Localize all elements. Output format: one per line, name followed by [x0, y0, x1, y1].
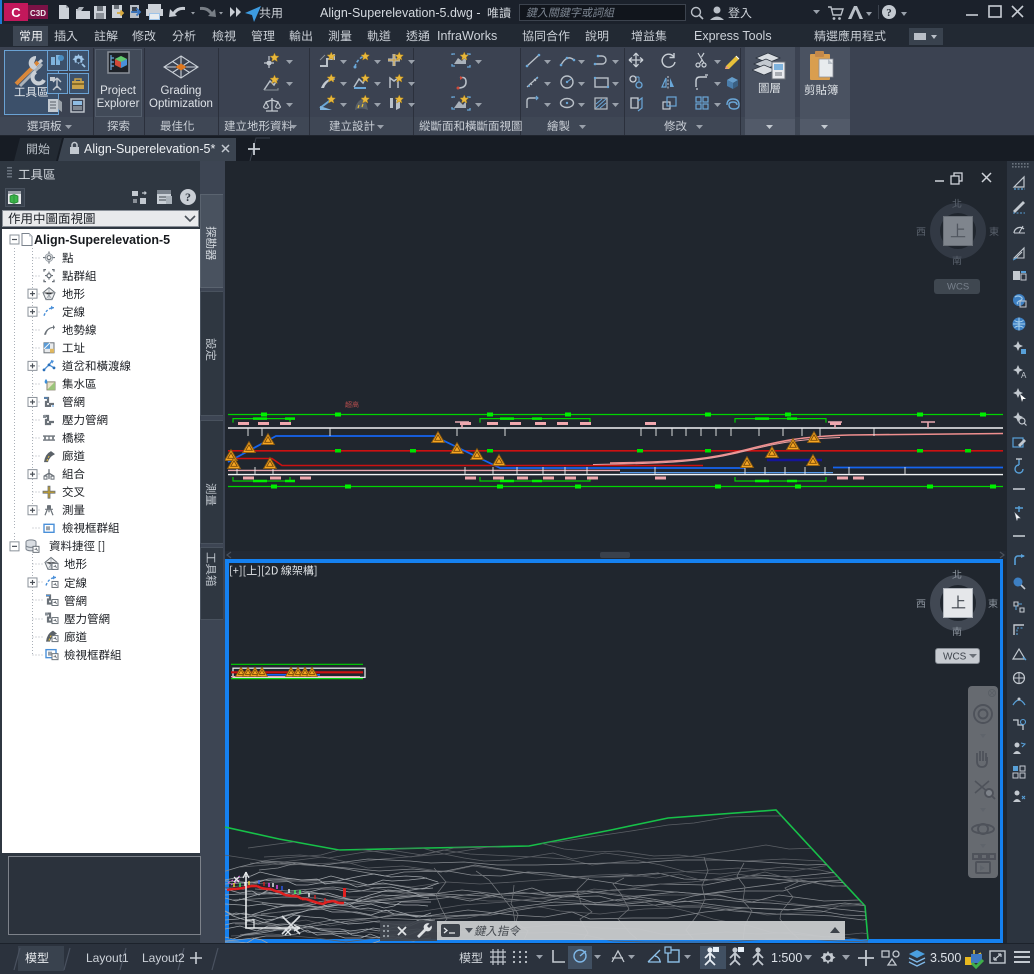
svg-text:?: ? — [886, 7, 892, 19]
svg-text:A: A — [1021, 371, 1027, 380]
